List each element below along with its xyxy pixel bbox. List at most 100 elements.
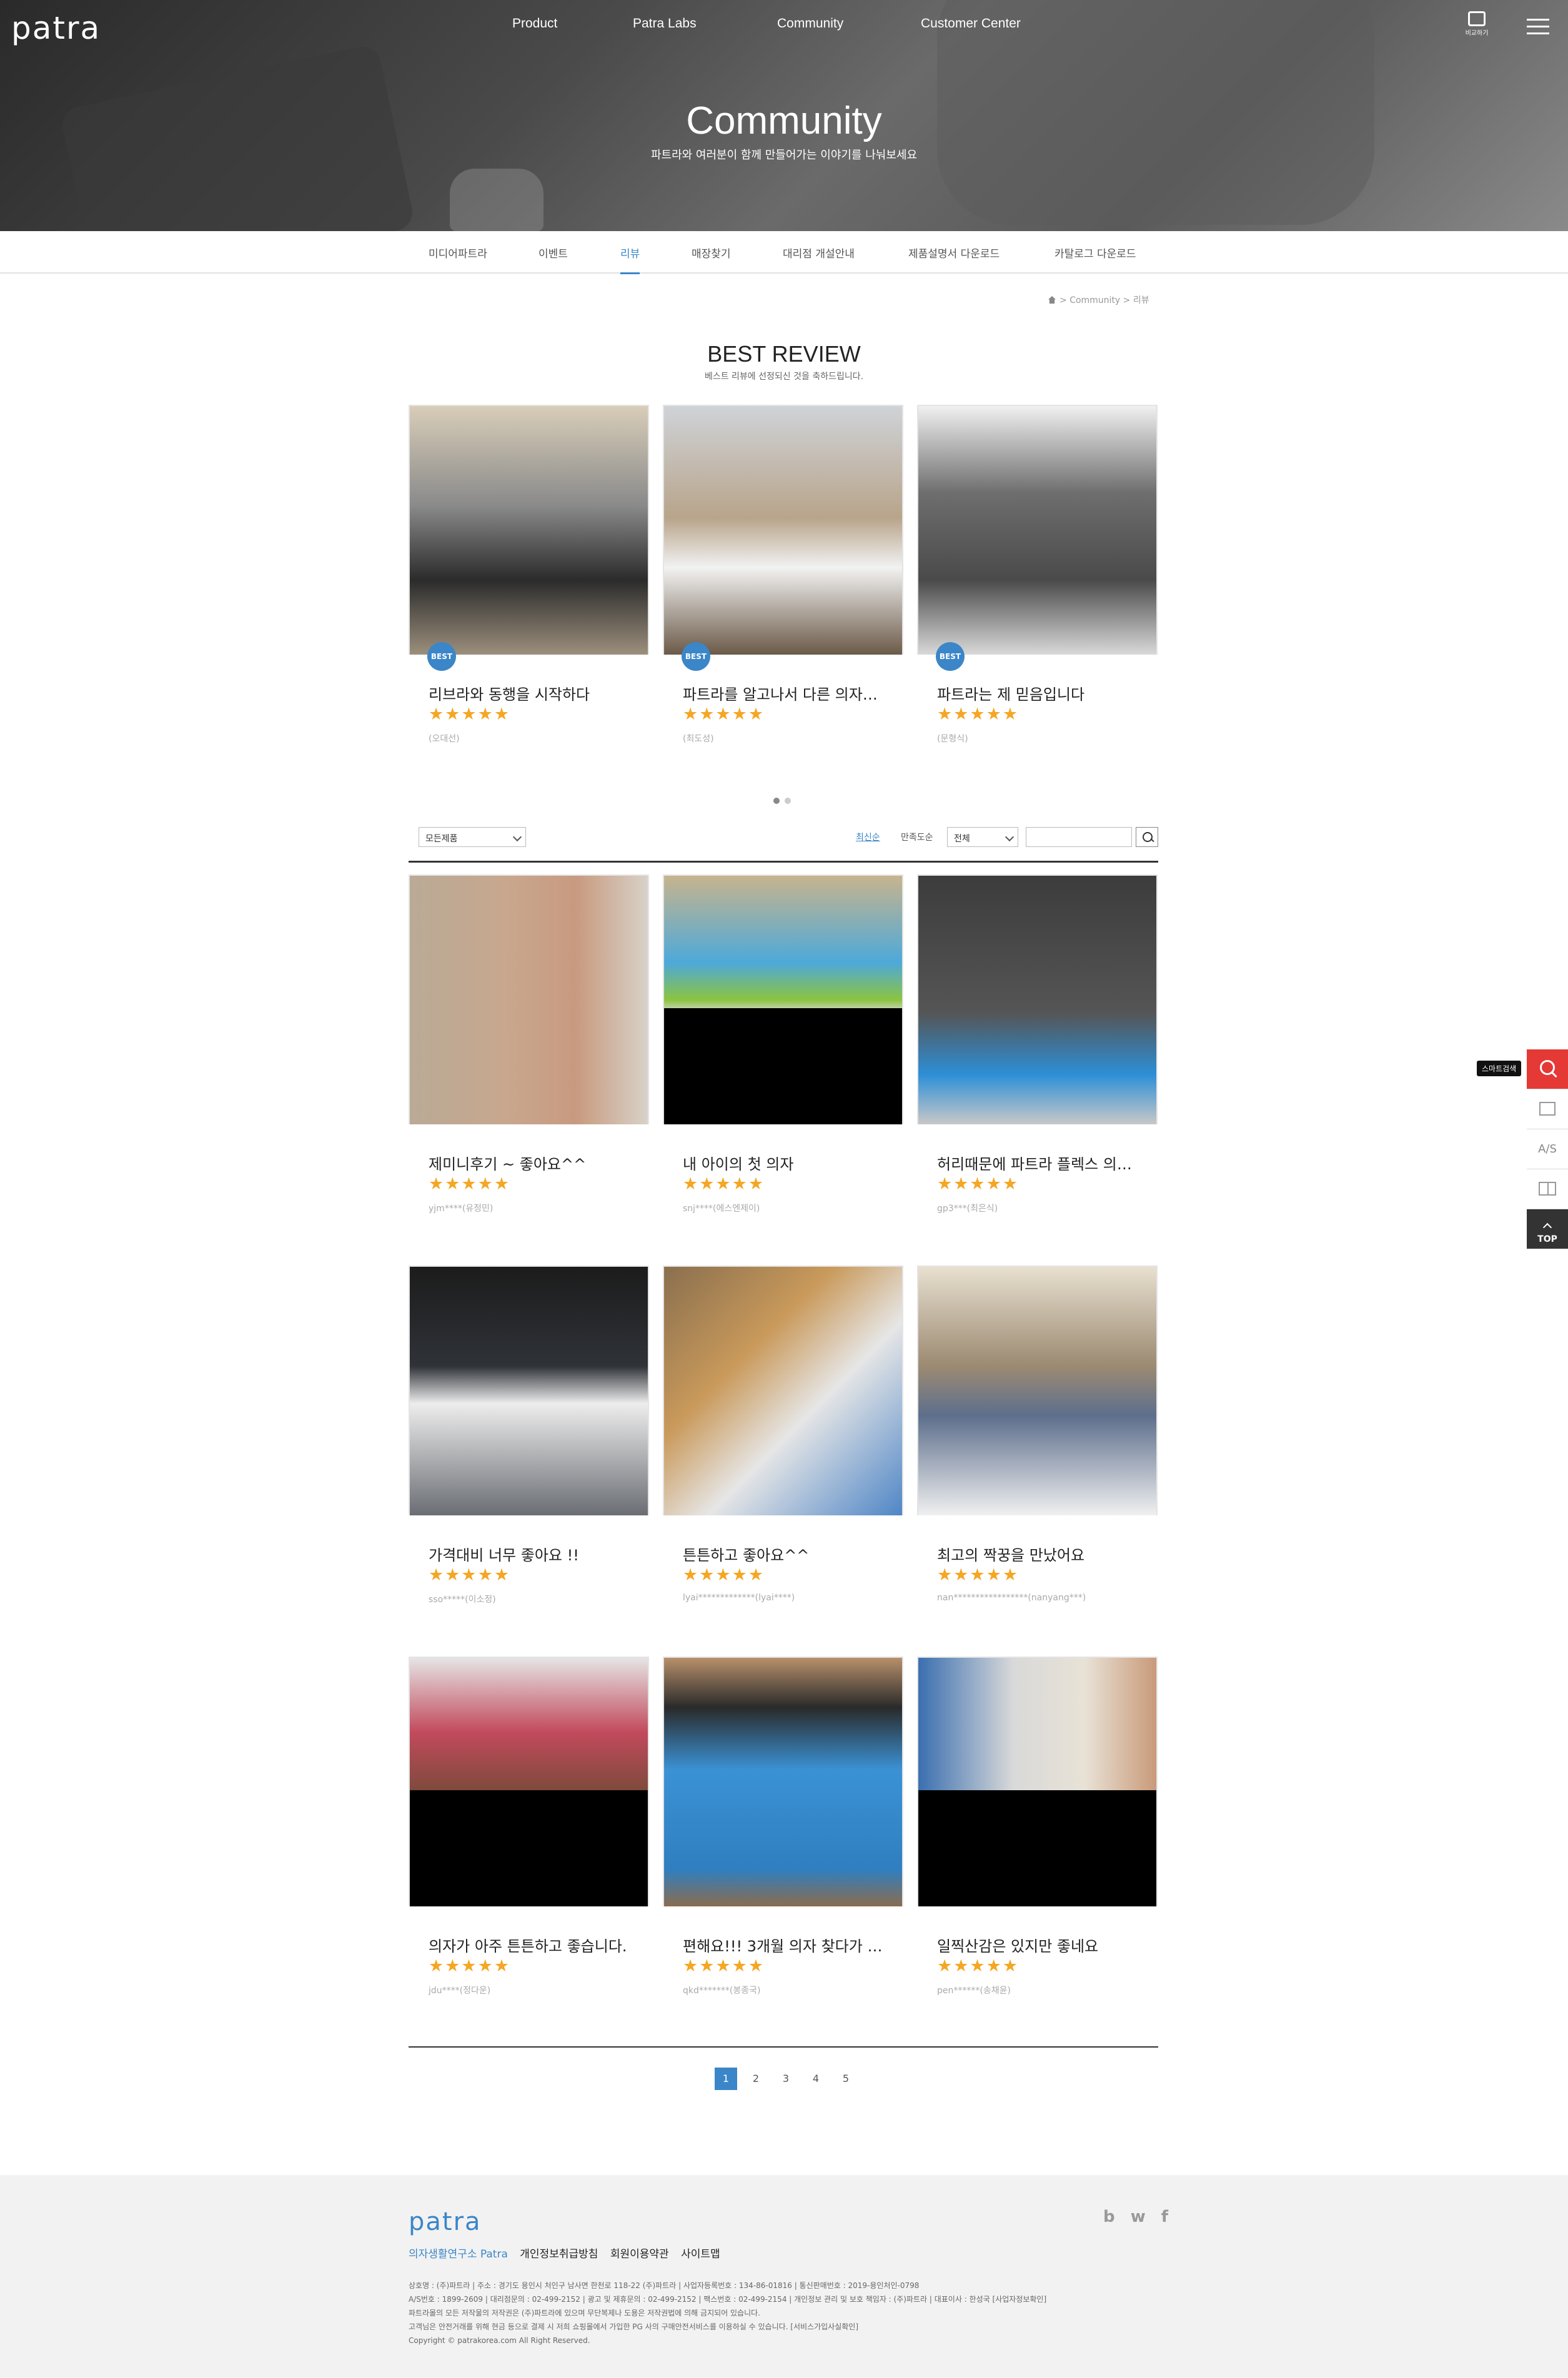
tab-media[interactable]: 미디어파트라 xyxy=(429,245,487,260)
global-nav: Product Patra Labs Community Customer Ce… xyxy=(0,16,1568,37)
tab-manual-download[interactable]: 제품설명서 다운로드 xyxy=(908,245,1000,260)
review-title: 튼튼하고 좋아요^^ xyxy=(683,1547,810,1564)
page-button[interactable]: 2 xyxy=(745,2068,767,2090)
top-button[interactable]: TOP xyxy=(1527,1209,1568,1249)
search-button[interactable] xyxy=(1136,827,1158,847)
tab-catalog-download[interactable]: 카탈로그 다운로드 xyxy=(1054,245,1136,260)
sort-satisfaction[interactable]: 만족도순 xyxy=(901,831,933,843)
list-divider xyxy=(409,861,1158,863)
sort-latest[interactable]: 최신순 xyxy=(856,831,880,843)
carousel-dot[interactable] xyxy=(785,798,791,804)
review-photo xyxy=(410,876,648,1124)
compare-label: 비교하기 xyxy=(1465,30,1489,37)
as-button[interactable]: A/S xyxy=(1527,1129,1568,1169)
range-filter-select[interactable]: 전체 xyxy=(947,827,1018,847)
review-photo xyxy=(918,876,1156,1124)
tab-dealer[interactable]: 대리점 개설안내 xyxy=(783,245,855,260)
home-icon[interactable] xyxy=(1048,296,1056,304)
review-card[interactable]: 튼튼하고 좋아요^^ ★★★★★ lyai*************(lyai*… xyxy=(663,1266,903,1603)
chevron-down-icon xyxy=(1005,832,1015,842)
carousel-dots xyxy=(773,795,796,806)
review-photo xyxy=(664,1267,902,1515)
review-card[interactable]: 최고의 짝꿍을 만났어요 ★★★★★ nan*****************(… xyxy=(917,1266,1158,1603)
hero-banner: patra Product Patra Labs Community Custo… xyxy=(0,0,1568,231)
best-badge: BEST xyxy=(682,642,710,671)
breadcrumb-review[interactable]: 리뷰 xyxy=(1133,295,1149,305)
tab-event[interactable]: 이벤트 xyxy=(538,245,568,260)
review-card[interactable]: 허리때문에 파트라 플렉스 의… ★★★★★ gp3***(최은식) xyxy=(917,874,1158,1214)
smart-search-tooltip: 스마트검색 xyxy=(1477,1061,1522,1076)
footer: patra b w f 의자생활연구소 Patra 개인정보취급방침 회원이용약… xyxy=(0,2175,1568,2378)
chevron-down-icon xyxy=(512,832,522,842)
tab-store-finder[interactable]: 매장찾기 xyxy=(692,245,731,260)
review-card[interactable]: 의자가 아주 튼튼하고 좋습니다. ★★★★★ jdu****(정다운) xyxy=(409,1657,649,1996)
best-review-card[interactable]: BEST 리브라와 동행을 시작하다 ★★★★★ (오대선) xyxy=(409,405,649,744)
review-card[interactable]: 편해요!!! 3개월 의자 찾다가 구… ★★★★★ qkd*******(봉종… xyxy=(663,1657,903,1996)
rating-stars: ★★★★★ xyxy=(683,1956,765,1976)
rating-stars: ★★★★★ xyxy=(937,1174,1020,1194)
hero-image-shape xyxy=(450,169,543,231)
store-button[interactable] xyxy=(1527,1089,1568,1129)
page-button[interactable]: 5 xyxy=(835,2068,857,2090)
quick-menu: A/S TOP xyxy=(1527,1049,1568,1249)
page-button[interactable]: 1 xyxy=(715,2068,737,2090)
footer-link-brand[interactable]: 의자생활연구소 Patra xyxy=(409,2248,508,2261)
review-card[interactable]: 가격대비 너무 좋아요 !! ★★★★★ sso*****(이소정) xyxy=(409,1266,649,1605)
review-author: yjm****(유정민) xyxy=(429,1204,494,1214)
search-input[interactable] xyxy=(1026,827,1132,847)
rating-stars: ★★★★★ xyxy=(683,705,765,724)
review-title: 리브라와 동행을 시작하다 xyxy=(429,686,590,703)
photo-letterbox xyxy=(410,1790,648,1906)
product-filter-select[interactable]: 모든제품 xyxy=(419,827,526,847)
rating-stars: ★★★★★ xyxy=(429,1565,511,1585)
rating-stars: ★★★★★ xyxy=(429,1174,511,1194)
carousel-dot[interactable] xyxy=(773,798,780,804)
review-photo xyxy=(664,1658,902,1906)
review-card[interactable]: 일찍산감은 있지만 좋네요 ★★★★★ pen******(송채윤) xyxy=(917,1657,1158,1996)
tab-review[interactable]: 리뷰 xyxy=(620,245,640,274)
review-author: pen******(송채윤) xyxy=(937,1986,1011,1996)
compare-button[interactable]: 비교하기 xyxy=(1459,11,1494,37)
page-title: Community xyxy=(686,99,882,142)
review-author: nan*****************(nanyang***) xyxy=(937,1593,1086,1603)
sns-links: b w f xyxy=(1093,2207,1168,2226)
nav-community[interactable]: Community xyxy=(777,16,843,31)
footer-logo[interactable]: patra xyxy=(409,2207,482,2236)
company-info-line: 상호명 : (주)파트라 | 주소 : 경기도 용인시 처인구 남사면 한천로 … xyxy=(409,2281,920,2290)
review-card[interactable]: 내 아이의 첫 의자 ★★★★★ snj****(에스엔제이) xyxy=(663,874,903,1214)
facebook-icon[interactable]: f xyxy=(1161,2207,1168,2226)
breadcrumb-community[interactable]: Community xyxy=(1069,295,1120,305)
footer-link-terms[interactable]: 회원이용약관 xyxy=(610,2248,669,2261)
best-badge: BEST xyxy=(936,642,965,671)
page-button[interactable]: 3 xyxy=(775,2068,797,2090)
review-title: 파트라는 제 믿음입니다 xyxy=(937,686,1085,703)
photo-letterbox xyxy=(664,1008,902,1124)
rating-stars: ★★★★★ xyxy=(937,1956,1020,1976)
review-title: 파트라를 알고나서 다른 의자… xyxy=(683,686,878,703)
review-card[interactable]: 제미니후기 ~ 좋아요^^ ★★★★★ yjm****(유정민) xyxy=(409,874,649,1214)
rating-stars: ★★★★★ xyxy=(429,705,511,724)
best-review-title: BEST REVIEW xyxy=(707,341,861,367)
nav-product[interactable]: Product xyxy=(512,16,557,31)
smart-search-button[interactable] xyxy=(1527,1049,1568,1089)
page-subtitle: 파트라와 여러분이 함께 만들어가는 이야기를 나눠보세요 xyxy=(650,149,918,162)
footer-link-privacy[interactable]: 개인정보취급방침 xyxy=(520,2248,598,2261)
review-author: gp3***(최은식) xyxy=(937,1204,998,1214)
nav-customer-center[interactable]: Customer Center xyxy=(921,16,1021,31)
best-badge: BEST xyxy=(427,642,456,671)
review-photo xyxy=(918,1267,1156,1515)
best-review-card[interactable]: BEST 파트라를 알고나서 다른 의자… ★★★★★ (최도성) xyxy=(663,405,903,744)
footer-link-sitemap[interactable]: 사이트맵 xyxy=(681,2248,720,2261)
rating-stars: ★★★★★ xyxy=(683,1565,765,1585)
nav-patra-labs[interactable]: Patra Labs xyxy=(633,16,697,31)
best-review-card[interactable]: BEST 파트라는 제 믿음입니다 ★★★★★ (문형식) xyxy=(917,405,1158,744)
blog-icon[interactable]: b xyxy=(1103,2207,1115,2226)
review-title: 일찍산감은 있지만 좋네요 xyxy=(937,1938,1099,1955)
rating-stars: ★★★★★ xyxy=(937,705,1020,724)
catalog-button[interactable] xyxy=(1527,1169,1568,1209)
weibo-icon[interactable]: w xyxy=(1131,2207,1146,2226)
page-button[interactable]: 4 xyxy=(805,2068,827,2090)
review-title: 의자가 아주 튼튼하고 좋습니다. xyxy=(429,1938,627,1955)
review-photo xyxy=(410,1267,648,1515)
menu-icon[interactable] xyxy=(1527,19,1549,35)
